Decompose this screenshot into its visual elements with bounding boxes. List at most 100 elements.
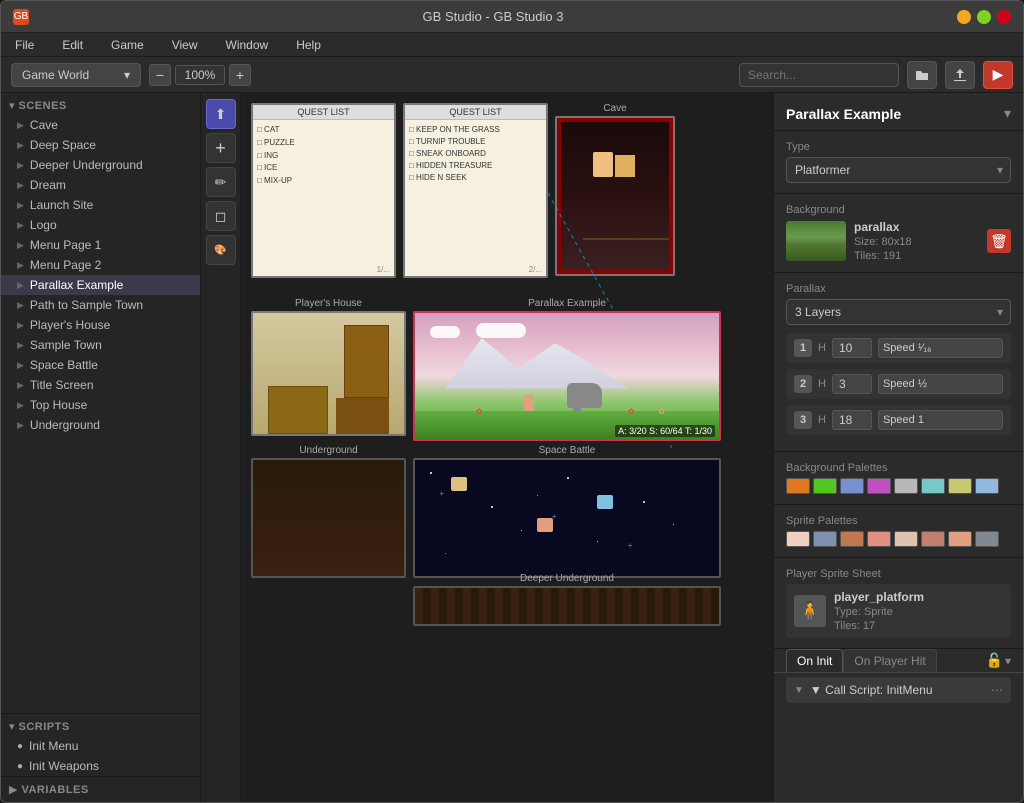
zoom-out-button[interactable]: −: [149, 64, 171, 86]
folder-button[interactable]: [907, 61, 937, 89]
scene-players-house[interactable]: Player's House: [251, 298, 406, 436]
scene-parallax-example[interactable]: Parallax Example: [413, 298, 721, 441]
scene-space-battle[interactable]: Space Battle: [413, 445, 721, 578]
minimize-button[interactable]: [957, 10, 971, 24]
erase-tool[interactable]: ◻: [206, 201, 236, 231]
background-delete-button[interactable]: 🗑: [987, 229, 1011, 253]
scripts-section-header[interactable]: ▾ SCRIPTS: [1, 713, 200, 736]
menu-window[interactable]: Window: [220, 36, 275, 54]
scene-deeper-underground[interactable]: Deeper Underground: [413, 573, 721, 626]
sprite-palette-4[interactable]: [867, 531, 891, 547]
script-item-init-menu[interactable]: ● Init Menu: [1, 736, 200, 756]
bg-palette-8[interactable]: [975, 478, 999, 494]
zoom-in-button[interactable]: +: [229, 64, 251, 86]
sprite-palette-6[interactable]: [921, 531, 945, 547]
paint-tool[interactable]: ✏: [206, 167, 236, 197]
scenes-collapse-icon: ▾: [9, 99, 15, 112]
sprite-palette-2[interactable]: [813, 531, 837, 547]
window-controls: [957, 10, 1011, 24]
layer-1-h-input[interactable]: [832, 338, 872, 358]
tab-on-init[interactable]: On Init: [786, 649, 843, 672]
sidebar-item-deep-space[interactable]: ▶ Deep Space: [1, 135, 200, 155]
sidebar-item-dream[interactable]: ▶ Dream: [1, 175, 200, 195]
layer-1-speed-select[interactable]: Speed ¹⁄₁₆ Speed ⅛ Speed ¼ Speed ½ Speed…: [878, 338, 1003, 358]
layer-3-h-input[interactable]: [832, 410, 872, 430]
event-call-script[interactable]: ▼ ▼ Call Script: InitMenu ⋯: [786, 677, 1011, 703]
parallax-layer-1: 1 H Speed ¹⁄₁₆ Speed ⅛ Speed ¼ Speed ½ S…: [786, 333, 1011, 363]
arrow-icon: ▶: [17, 220, 24, 231]
player-sheet-name: player_platform: [834, 590, 924, 604]
sidebar-item-cave[interactable]: ▶ Cave: [1, 115, 200, 135]
world-dropdown[interactable]: Game World: [11, 63, 141, 87]
tab-on-player-hit[interactable]: On Player Hit: [843, 649, 936, 672]
script-item-label: Init Menu: [29, 739, 78, 753]
layer-3-speed-select[interactable]: Speed ¹⁄₁₆ Speed ⅛ Speed ¼ Speed ½ Speed…: [878, 410, 1003, 430]
sidebar-item-top-house[interactable]: ▶ Top House: [1, 395, 200, 415]
sidebar-item-title-screen[interactable]: ▶ Title Screen: [1, 375, 200, 395]
sidebar-item-label: Menu Page 1: [30, 238, 101, 252]
panel-header: Parallax Example ▾: [774, 93, 1023, 131]
play-button[interactable]: ▶: [983, 61, 1013, 89]
menu-file[interactable]: File: [9, 36, 40, 54]
sprite-palette-5[interactable]: [894, 531, 918, 547]
scene-cave[interactable]: Cave: [555, 103, 675, 276]
sidebar-item-players-house[interactable]: ▶ Player's House: [1, 315, 200, 335]
bg-palette-2[interactable]: [813, 478, 837, 494]
bg-palette-3[interactable]: [840, 478, 864, 494]
canvas-viewport[interactable]: QUEST LIST □ CAT □ PUZZLE □ ING □ ICE □ …: [241, 93, 773, 802]
arrow-icon: ▶: [17, 340, 24, 351]
type-select[interactable]: Platformer: [786, 157, 1011, 183]
layer-2-speed-select[interactable]: Speed ¹⁄₁₆ Speed ⅛ Speed ¼ Speed ½ Speed…: [878, 374, 1003, 394]
close-button[interactable]: [997, 10, 1011, 24]
arrow-icon: ▶: [17, 360, 24, 371]
bg-palette-6[interactable]: [921, 478, 945, 494]
sidebar-item-sample-town[interactable]: ▶ Sample Town: [1, 335, 200, 355]
sidebar-item-space-battle[interactable]: ▶ Space Battle: [1, 355, 200, 375]
canvas-area[interactable]: ⬆ + ✏ ◻ 🎨 QUEST: [201, 93, 773, 802]
scenes-section-header[interactable]: ▾ SCENES: [1, 93, 200, 115]
sprite-palette-8[interactable]: [975, 531, 999, 547]
sidebar-item-underground[interactable]: ▶ Underground: [1, 415, 200, 435]
bg-palette-7[interactable]: [948, 478, 972, 494]
lock-button[interactable]: 🔓: [986, 652, 1003, 669]
menu-edit[interactable]: Edit: [56, 36, 89, 54]
sidebar-item-logo[interactable]: ▶ Logo: [1, 215, 200, 235]
panel-more-icon[interactable]: ▾: [1004, 105, 1011, 122]
layer-2-h-input[interactable]: [832, 374, 872, 394]
bg-palette-4[interactable]: [867, 478, 891, 494]
event-block-more-icon[interactable]: ⋯: [991, 683, 1003, 697]
sidebar-item-menu-page-1[interactable]: ▶ Menu Page 1: [1, 235, 200, 255]
palette-tool[interactable]: 🎨: [206, 235, 236, 265]
menu-game[interactable]: Game: [105, 36, 150, 54]
bg-palette-1[interactable]: [786, 478, 810, 494]
variables-section-header[interactable]: ▶ VARIABLES: [1, 776, 200, 802]
sidebar-item-menu-page-2[interactable]: ▶ Menu Page 2: [1, 255, 200, 275]
sprite-palette-3[interactable]: [840, 531, 864, 547]
menu-view[interactable]: View: [166, 36, 204, 54]
parallax-select[interactable]: 3 Layers: [786, 299, 1011, 325]
layer-3-number: 3: [794, 411, 812, 429]
sidebar-item-label: Deeper Underground: [30, 158, 143, 172]
script-item-init-weapons[interactable]: ● Init Weapons: [1, 756, 200, 776]
sprite-palette-7[interactable]: [948, 531, 972, 547]
scene-quest1[interactable]: QUEST LIST □ CAT □ PUZZLE □ ING □ ICE □ …: [251, 103, 396, 278]
scene-quest2[interactable]: QUEST LIST □ KEEP ON THE GRASS □ TURNIP …: [403, 103, 548, 278]
maximize-button[interactable]: [977, 10, 991, 24]
export-button[interactable]: [945, 61, 975, 89]
sidebar-item-path-to-sample-town[interactable]: ▶ Path to Sample Town: [1, 295, 200, 315]
layer-3-speed-wrap: Speed ¹⁄₁₆ Speed ⅛ Speed ¼ Speed ½ Speed…: [878, 410, 1003, 430]
select-tool[interactable]: ⬆: [206, 99, 236, 129]
bg-palette-5[interactable]: [894, 478, 918, 494]
sidebar-item-deeper-underground[interactable]: ▶ Deeper Underground: [1, 155, 200, 175]
scene-underground[interactable]: Underground: [251, 445, 406, 578]
sidebar-item-parallax-example[interactable]: ▶ Parallax Example: [1, 275, 200, 295]
zoom-controls: − 100% +: [149, 64, 251, 86]
background-size: Size: 80x18: [854, 236, 912, 248]
add-tool[interactable]: +: [206, 133, 236, 163]
sprite-palettes-label: Sprite Palettes: [786, 515, 1011, 527]
event-more-icon[interactable]: ▾: [1005, 654, 1011, 668]
menu-help[interactable]: Help: [290, 36, 327, 54]
search-input[interactable]: [739, 63, 899, 87]
sidebar-item-launch-site[interactable]: ▶ Launch Site: [1, 195, 200, 215]
sprite-palette-1[interactable]: [786, 531, 810, 547]
